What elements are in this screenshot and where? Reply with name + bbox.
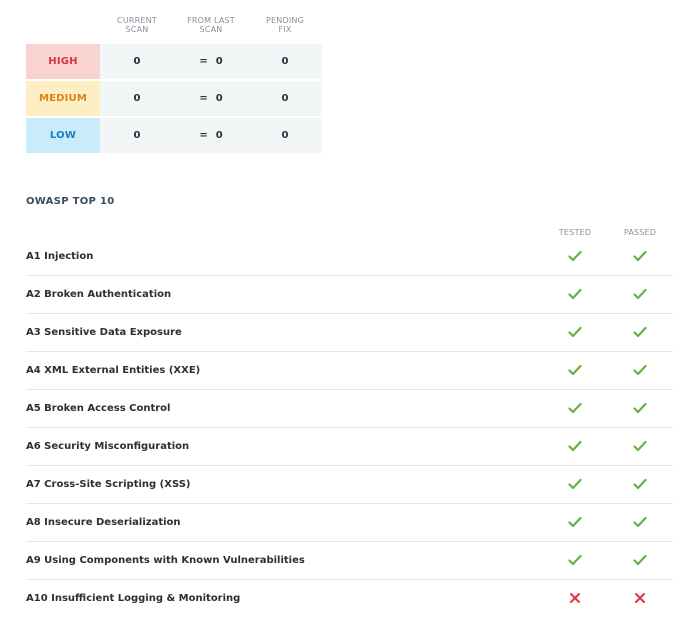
severity-values: 0 = 0 0 xyxy=(100,81,322,116)
owasp-item-name: A6 Security Misconfiguration xyxy=(26,441,190,452)
owasp-row: A7 Cross-Site Scripting (XSS) xyxy=(26,466,673,504)
owasp-item-name: A5 Broken Access Control xyxy=(26,403,171,414)
severity-label-low: LOW xyxy=(26,118,100,153)
tested-check-icon xyxy=(550,439,600,453)
passed-check-icon xyxy=(615,553,665,567)
from-last-scan-delta: = 0 xyxy=(174,118,248,153)
tested-check-icon xyxy=(550,553,600,567)
column-header-pending-fix: PENDING FIX xyxy=(266,16,304,34)
passed-check-icon xyxy=(615,439,665,453)
owasp-table-header: TESTED PASSED xyxy=(26,228,673,238)
owasp-row: A2 Broken Authentication xyxy=(26,276,673,314)
pending-fix-count: 0 xyxy=(281,93,289,104)
passed-check-icon xyxy=(615,401,665,415)
column-header-tested: TESTED xyxy=(558,228,592,237)
owasp-row: A8 Insecure Deserialization xyxy=(26,504,673,542)
equal-icon: = xyxy=(199,93,208,104)
tested-check-icon xyxy=(550,515,600,529)
owasp-item-name: A9 Using Components with Known Vulnerabi… xyxy=(26,555,305,566)
severity-row-low: LOW 0 = 0 0 xyxy=(26,118,322,153)
passed-check-icon xyxy=(615,287,665,301)
tested-check-icon xyxy=(550,325,600,339)
owasp-section-title: OWASP TOP 10 xyxy=(26,196,115,207)
severity-label-high: HIGH xyxy=(26,44,100,79)
column-header-current-scan: CURRENT SCAN xyxy=(117,16,157,34)
owasp-item-name: A10 Insufficient Logging & Monitoring xyxy=(26,593,241,604)
severity-row-medium: MEDIUM 0 = 0 0 xyxy=(26,81,322,116)
from-last-scan-delta: = 0 xyxy=(174,44,248,79)
owasp-row: A1 Injection xyxy=(26,238,673,276)
pending-fix-count: 0 xyxy=(281,56,289,67)
passed-check-icon xyxy=(615,249,665,263)
passed-check-icon xyxy=(615,477,665,491)
owasp-row: A5 Broken Access Control xyxy=(26,390,673,428)
owasp-item-name: A3 Sensitive Data Exposure xyxy=(26,327,182,338)
severity-row-high: HIGH 0 = 0 0 xyxy=(26,44,322,79)
passed-check-icon xyxy=(615,363,665,377)
owasp-rows: A1 Injection A2 Broken Authentication A3 S… xyxy=(26,238,673,617)
owasp-row: A3 Sensitive Data Exposure xyxy=(26,314,673,352)
column-header-passed: PASSED xyxy=(623,228,657,237)
owasp-row: A4 XML External Entities (XXE) xyxy=(26,352,673,390)
severity-values: 0 = 0 0 xyxy=(100,118,322,153)
owasp-table: TESTED PASSED A1 Injection A2 Broken Auth… xyxy=(26,228,673,617)
passed-check-icon xyxy=(615,325,665,339)
severity-summary: CURRENT SCAN FROM LAST SCAN PENDING FIX … xyxy=(26,14,322,155)
tested-cross-icon xyxy=(550,591,600,605)
tested-check-icon xyxy=(550,287,600,301)
owasp-item-name: A8 Insecure Deserialization xyxy=(26,517,181,528)
owasp-item-name: A2 Broken Authentication xyxy=(26,289,172,300)
from-last-scan-delta: = 0 xyxy=(174,81,248,116)
equal-icon: = xyxy=(199,130,208,141)
severity-values: 0 = 0 0 xyxy=(100,44,322,79)
owasp-row: A9 Using Components with Known Vulnerabi… xyxy=(26,542,673,580)
owasp-item-name: A4 XML External Entities (XXE) xyxy=(26,365,201,376)
column-header-from-last-scan: FROM LAST SCAN xyxy=(187,16,235,34)
owasp-item-name: A1 Injection xyxy=(26,251,94,262)
from-last-scan-count: 0 xyxy=(215,56,223,67)
tested-check-icon xyxy=(550,401,600,415)
current-scan-count: 0 xyxy=(133,130,141,141)
pending-fix-count: 0 xyxy=(281,130,289,141)
tested-check-icon xyxy=(550,249,600,263)
tested-check-icon xyxy=(550,477,600,491)
current-scan-count: 0 xyxy=(133,56,141,67)
equal-icon: = xyxy=(199,56,208,67)
passed-check-icon xyxy=(615,515,665,529)
current-scan-count: 0 xyxy=(133,93,141,104)
from-last-scan-count: 0 xyxy=(215,93,223,104)
passed-cross-icon xyxy=(615,591,665,605)
owasp-item-name: A7 Cross-Site Scripting (XSS) xyxy=(26,479,191,490)
owasp-row: A10 Insufficient Logging & Monitoring xyxy=(26,580,673,617)
from-last-scan-count: 0 xyxy=(215,130,223,141)
tested-check-icon xyxy=(550,363,600,377)
summary-header: CURRENT SCAN FROM LAST SCAN PENDING FIX xyxy=(26,14,322,44)
severity-label-medium: MEDIUM xyxy=(26,81,100,116)
owasp-row: A6 Security Misconfiguration xyxy=(26,428,673,466)
